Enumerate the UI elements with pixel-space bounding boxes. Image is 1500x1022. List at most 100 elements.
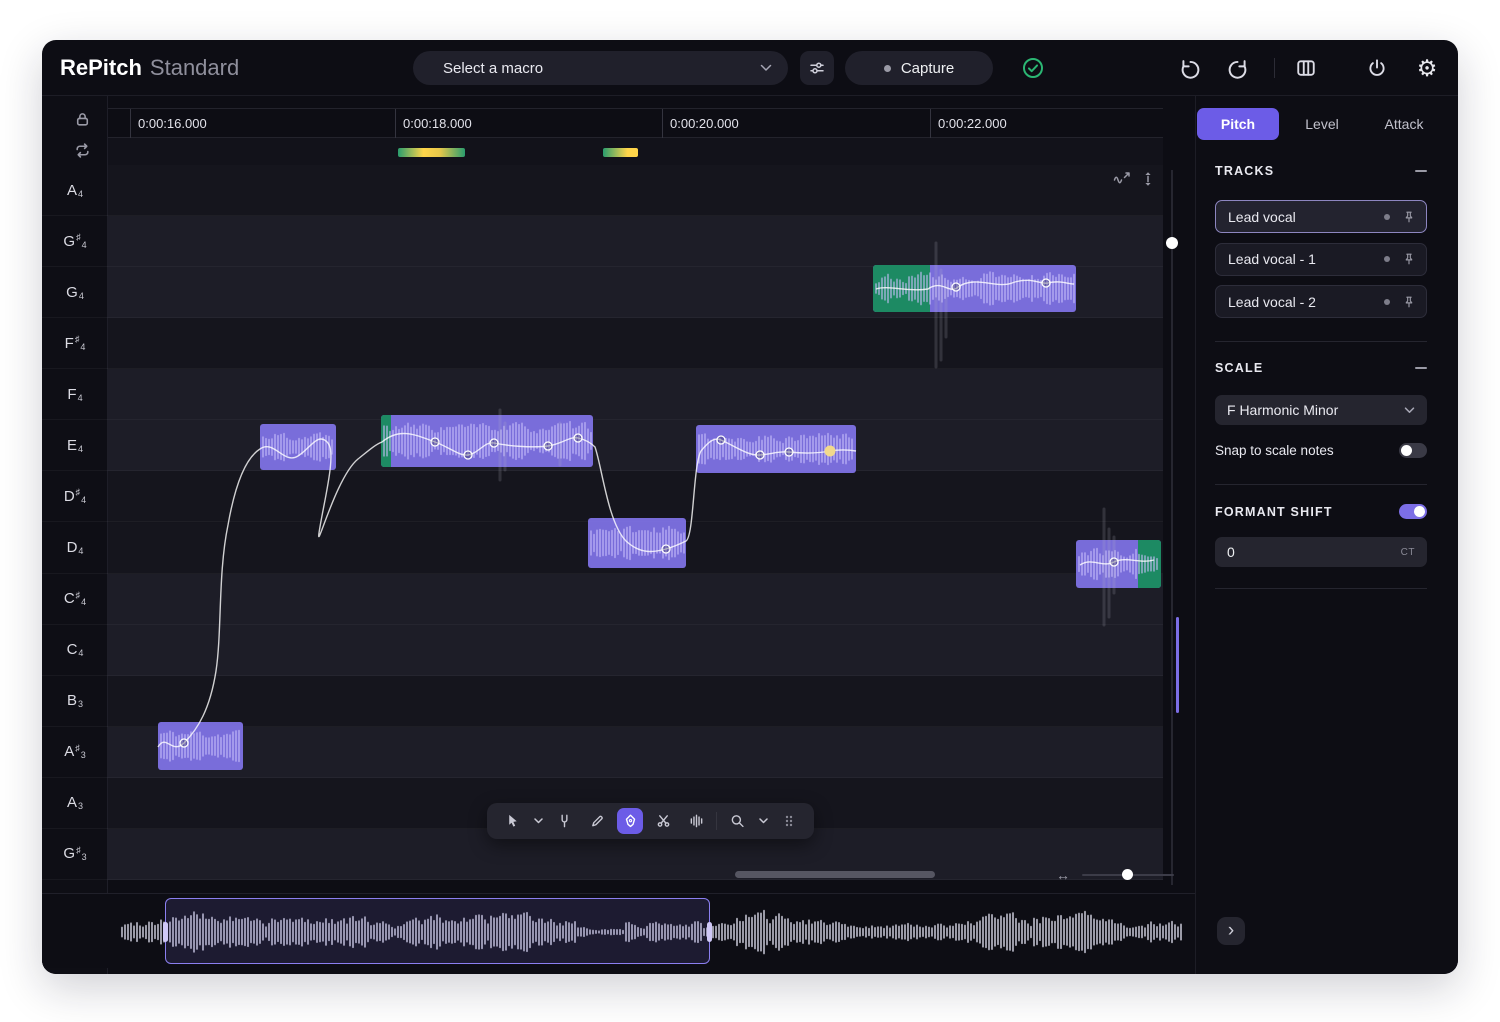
vertical-zoom-icon[interactable] <box>1141 171 1155 187</box>
pitch-node[interactable] <box>489 438 499 448</box>
pitch-node[interactable] <box>716 435 726 445</box>
pitch-row <box>108 318 1163 370</box>
selection-left-handle[interactable] <box>163 922 168 942</box>
desktop: RePitch Standard Select a macro Capture … <box>0 0 1500 1022</box>
toolbar-divider <box>1274 58 1275 78</box>
panel-expand-button[interactable]: › <box>1217 917 1245 945</box>
snap-toggle[interactable] <box>1399 443 1427 458</box>
undo-button[interactable] <box>1173 40 1207 96</box>
brand-edition: Standard <box>149 55 240 80</box>
pitch-node[interactable] <box>755 450 765 460</box>
track-item[interactable]: Lead vocal <box>1215 200 1427 233</box>
formant-value-field[interactable]: 0 CT <box>1215 537 1427 567</box>
top-bar: RePitch Standard Select a macro Capture … <box>42 40 1458 96</box>
selected-pitch-node[interactable] <box>824 445 836 457</box>
pen-tool[interactable] <box>617 808 643 834</box>
selection-right-handle[interactable] <box>707 922 712 942</box>
vertical-scrollbar-thumb[interactable] <box>1176 617 1179 713</box>
macro-select[interactable]: Select a macro <box>413 51 788 85</box>
chevron-down-icon <box>1404 406 1415 414</box>
zoom-tool-options[interactable] <box>757 808 769 834</box>
note-label: B3 <box>42 676 108 727</box>
timeline-tick-label: 0:00:18.000 <box>403 116 472 131</box>
pitch-row <box>108 165 1163 217</box>
scale-title: SCALE <box>1215 361 1264 375</box>
note-label: C4 <box>42 625 108 676</box>
redo-button[interactable] <box>1220 40 1254 96</box>
section-divider <box>1215 484 1427 485</box>
vertical-zoom-handle[interactable] <box>1166 237 1178 249</box>
capture-marker-strip <box>108 138 1163 165</box>
formant-toggle[interactable] <box>1399 504 1427 519</box>
macro-select-value: Select a macro <box>443 59 544 77</box>
bypass-power-button[interactable] <box>1360 40 1394 96</box>
track-monitor-dot[interactable] <box>1384 213 1390 220</box>
capture-button[interactable]: Capture <box>845 51 993 85</box>
pencil-tool[interactable] <box>584 808 610 834</box>
settings-button[interactable]: ⚙ <box>1410 40 1444 96</box>
arrow-tool[interactable] <box>499 808 525 834</box>
arrow-tool-options[interactable] <box>532 808 544 834</box>
lock-button[interactable] <box>72 109 92 129</box>
pitch-node[interactable] <box>951 282 961 292</box>
scissors-tool[interactable] <box>650 808 676 834</box>
track-item[interactable]: Lead vocal - 2 <box>1215 285 1427 318</box>
undo-icon <box>1180 58 1201 79</box>
tick-mark <box>130 109 131 139</box>
power-icon <box>1367 58 1387 78</box>
vibrato-tool[interactable] <box>683 808 709 834</box>
pin-icon[interactable] <box>1402 295 1416 309</box>
track-item[interactable]: Lead vocal - 1 <box>1215 242 1427 276</box>
redo-icon <box>1227 58 1248 79</box>
loop-button[interactable] <box>72 140 92 160</box>
pitch-node[interactable] <box>179 738 189 748</box>
pitch-node[interactable] <box>430 437 440 447</box>
capture-marker <box>603 148 638 157</box>
pitch-row <box>108 216 1163 268</box>
timeline-ruler[interactable]: 0:00:16.000 0:00:18.000 0:00:20.000 0:00:22… <box>108 108 1163 139</box>
palette-drag-handle[interactable] <box>776 808 802 834</box>
scale-dropdown[interactable]: F Harmonic Minor <box>1215 395 1427 425</box>
macro-settings-button[interactable] <box>800 51 834 85</box>
pitch-row <box>108 471 1163 523</box>
note-label: E4 <box>42 420 108 472</box>
zoom-tool[interactable] <box>724 808 750 834</box>
note-label: A ♯ 3 <box>42 727 108 778</box>
check-circle-icon <box>1022 57 1044 79</box>
pin-icon[interactable] <box>1402 210 1416 224</box>
scale-section-header: SCALE <box>1215 361 1427 375</box>
pitch-node[interactable] <box>784 447 794 457</box>
pitch-node[interactable] <box>661 544 671 554</box>
gear-icon: ⚙ <box>1416 54 1438 81</box>
pitch-node[interactable] <box>573 433 583 443</box>
formant-value: 0 <box>1227 544 1235 560</box>
note-clip[interactable] <box>588 518 686 568</box>
vertical-scrollbar-track[interactable] <box>1171 170 1173 885</box>
note-clip[interactable] <box>381 415 593 467</box>
pitch-node[interactable] <box>463 450 473 460</box>
show-waveform-icon[interactable] <box>1113 171 1131 187</box>
pitch-node[interactable] <box>1041 278 1051 288</box>
pitch-roll[interactable] <box>108 165 1163 880</box>
pin-icon[interactable] <box>1402 252 1416 266</box>
collapse-tracks-icon[interactable] <box>1415 170 1427 172</box>
note-clip[interactable] <box>158 722 243 770</box>
collapse-scale-icon[interactable] <box>1415 367 1427 369</box>
horizontal-scrollbar[interactable] <box>735 871 935 878</box>
section-divider <box>1215 341 1427 342</box>
note-clip[interactable] <box>1076 540 1161 588</box>
note-clip[interactable] <box>260 424 336 470</box>
tool-palette <box>487 803 814 839</box>
tuning-fork-tool[interactable] <box>551 808 577 834</box>
zoom-slider-handle[interactable] <box>1122 869 1133 880</box>
note-clip[interactable] <box>873 265 1076 312</box>
pitch-node[interactable] <box>1109 557 1119 567</box>
pitch-node[interactable] <box>543 441 553 451</box>
capture-ok-indicator <box>1016 40 1050 96</box>
layout-panels-button[interactable] <box>1289 40 1323 96</box>
track-monitor-dot[interactable] <box>1384 298 1390 305</box>
chevron-right-icon: › <box>1227 920 1235 941</box>
overview-selection[interactable] <box>163 898 712 964</box>
track-monitor-dot[interactable] <box>1384 256 1390 262</box>
pitch-row <box>108 726 1163 778</box>
